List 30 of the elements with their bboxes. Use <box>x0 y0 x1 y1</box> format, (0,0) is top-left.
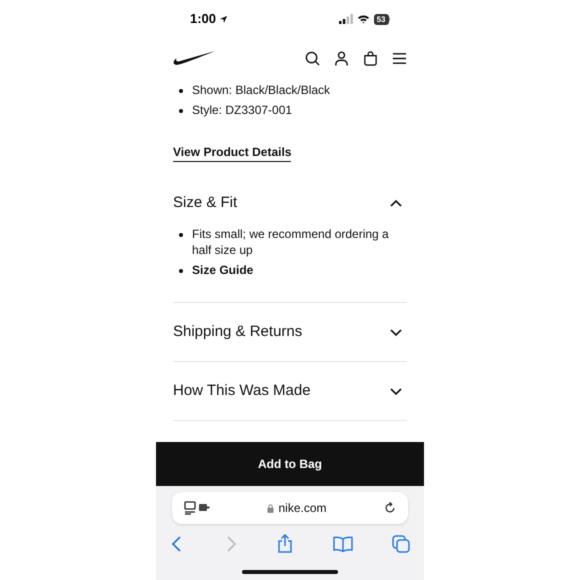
url-text: nike.com <box>278 500 327 517</box>
accordion-header[interactable]: Shipping & Returns <box>173 303 407 361</box>
fit-note: Fits small; we recommend ordering a half size up <box>192 226 390 258</box>
bullet-icon <box>179 109 183 113</box>
add-to-bag-button[interactable]: Add to Bag <box>156 442 424 486</box>
bag-icon[interactable] <box>363 50 378 66</box>
address-bar[interactable]: nike.com <box>172 492 408 524</box>
signal-icon <box>338 14 353 24</box>
page-settings-icon[interactable] <box>184 501 210 515</box>
battery-icon: 53 <box>374 14 390 24</box>
menu-icon[interactable] <box>392 52 407 64</box>
wifi-icon <box>356 14 370 24</box>
detail-text: Style: DZ3307-001 <box>192 102 292 118</box>
status-time: 1:00 <box>190 10 216 28</box>
accordion-header[interactable]: How This Was Made <box>173 362 407 420</box>
size-guide-link[interactable]: Size Guide <box>192 262 254 278</box>
bullet-icon <box>179 269 183 273</box>
view-details-link[interactable]: View Product Details <box>173 145 292 162</box>
reload-icon[interactable] <box>384 502 396 514</box>
lock-icon <box>267 504 274 512</box>
bullet-icon <box>179 233 183 237</box>
location-arrow-icon <box>219 14 228 24</box>
person-icon[interactable] <box>334 50 349 66</box>
search-icon[interactable] <box>305 50 320 66</box>
book-icon[interactable] <box>332 536 352 552</box>
detail-text: Shown: Black/Black/Black <box>192 82 330 98</box>
bullet-icon <box>179 89 183 93</box>
tabs-icon[interactable] <box>392 534 410 552</box>
share-icon[interactable] <box>277 534 293 553</box>
swoosh-logo[interactable] <box>173 50 215 66</box>
